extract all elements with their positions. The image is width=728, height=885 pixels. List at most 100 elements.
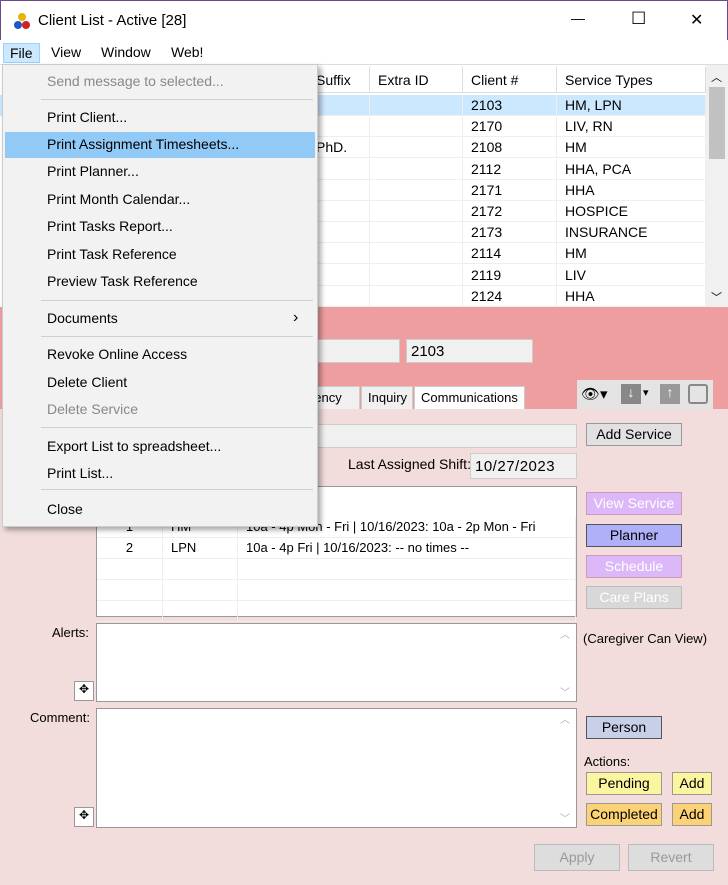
table-cell [370,116,463,138]
restore-icon[interactable] [688,384,708,404]
menu-item-print-planner[interactable]: Print Planner... [5,159,315,185]
alerts-label: Alerts: [52,625,89,640]
last-assigned-field: 10/27/2023 [470,453,577,479]
menu-item-close[interactable]: Close [5,497,315,523]
menu-separator [41,489,313,490]
dropdown-icon[interactable]: ▾ [643,386,649,399]
service-cell [163,601,238,622]
menu-separator [41,99,313,100]
service-cell [97,601,163,622]
caregiver-can-view-label: (Caregiver Can View) [583,631,708,646]
service-cell [163,580,238,601]
menu-item-print-month-calendar[interactable]: Print Month Calendar... [5,187,315,213]
menu-item-print-assignment-timesheets[interactable]: Print Assignment Timesheets... [5,132,315,158]
menu-item-print-client[interactable]: Print Client... [5,105,315,131]
service-row[interactable] [97,559,576,580]
menu-item-export-list-to-spreadsheet[interactable]: Export List to spreadsheet... [5,434,315,460]
menu-item-delete-client[interactable]: Delete Client [5,370,315,396]
table-cell: HM, LPN [557,95,706,116]
table-cell [370,285,463,307]
scroll-up-icon[interactable]: ︿ [560,711,570,726]
menu-web[interactable]: Web! [165,43,209,63]
service-cell [97,559,163,580]
planner-button[interactable]: Planner [586,524,682,547]
scroll-thumb[interactable] [709,87,725,159]
menu-file[interactable]: File [3,43,40,63]
service-field[interactable] [300,424,577,448]
menu-view[interactable]: View [45,43,87,63]
title-bar: Client List - Active [28] — ☐ ✕ [0,0,728,40]
scroll-up-icon[interactable]: ︿ [560,626,570,641]
care-plans-button[interactable]: Care Plans [586,586,682,609]
add-completed-button[interactable]: Add [672,803,712,826]
table-cell: HM [557,243,706,265]
minimize-button[interactable]: — [571,10,585,26]
comment-textarea[interactable]: ︿ ﹀ [96,708,577,828]
menu-item-documents[interactable]: Documents [5,306,315,332]
menu-bar: File View Window Web! [0,40,728,64]
service-row[interactable] [97,580,576,601]
completed-button[interactable]: Completed [586,803,662,826]
table-cell: 2172 [463,201,557,222]
grid-scrollbar[interactable]: ︿ ﹀ [706,65,728,308]
service-cell: LPN [163,538,238,559]
view-service-button[interactable]: View Service [586,492,682,515]
service-cell [238,559,576,580]
move-icon[interactable]: ✥ [74,681,94,701]
scroll-up-icon[interactable]: ︿ [711,69,722,85]
service-cell [163,559,238,580]
scroll-down-icon[interactable]: ﹀ [560,684,570,699]
table-cell [370,243,463,265]
table-cell: INSURANCE [557,222,706,244]
table-cell: 2119 [463,264,557,286]
menu-item-send-message-to-selected[interactable]: Send message to selected... [5,69,315,95]
arrow-up-icon[interactable]: ↑ [660,384,680,404]
window-title: Client List - Active [28] [38,12,187,29]
add-service-button[interactable]: Add Service [586,423,682,446]
table-cell [370,222,463,244]
menu-item-revoke-online-access[interactable]: Revoke Online Access [5,342,315,368]
eye-icon[interactable]: 👁▾ [581,385,608,403]
table-cell: HOSPICE [557,201,706,222]
tab-inquiry[interactable]: Inquiry [361,386,413,409]
table-cell: 2173 [463,222,557,244]
table-cell: 2124 [463,285,557,307]
column-header-service-types[interactable]: Service Types [557,67,706,93]
menu-item-preview-task-reference[interactable]: Preview Task Reference [5,269,315,295]
menu-item-delete-service[interactable]: Delete Service [5,397,315,423]
service-cell [97,580,163,601]
menu-item-print-tasks-report[interactable]: Print Tasks Report... [5,214,315,240]
revert-button[interactable]: Revert [628,844,714,871]
service-cell: 10a - 4p Fri | 10/16/2023: -- no times -… [238,538,576,559]
service-row[interactable] [97,601,576,622]
alerts-textarea[interactable]: ︿ ﹀ [96,623,577,702]
column-header-extra-id[interactable]: Extra ID [370,67,463,93]
pending-button[interactable]: Pending [586,772,662,795]
arrow-down-icon[interactable]: ↓ [621,384,641,404]
apply-button[interactable]: Apply [534,844,620,871]
maximize-button[interactable]: ☐ [631,9,646,29]
service-cell [238,580,576,601]
menu-item-print-task-reference[interactable]: Print Task Reference [5,242,315,268]
column-header-client-number[interactable]: Client # [463,67,557,93]
scroll-down-icon[interactable]: ﹀ [711,289,722,305]
table-cell: LIV [557,264,706,286]
client-number-field[interactable]: 2103 [406,339,533,363]
table-cell: LIV, RN [557,116,706,138]
table-cell: 2171 [463,179,557,201]
add-pending-button[interactable]: Add [672,772,712,795]
table-cell [370,201,463,222]
tab-communications[interactable]: Communications [414,386,525,409]
service-row[interactable]: 2 LPN 10a - 4p Fri | 10/16/2023: -- no tim… [97,538,576,559]
table-cell: 2103 [463,95,557,116]
menu-item-print-list[interactable]: Print List... [5,461,315,487]
scroll-down-icon[interactable]: ﹀ [560,810,570,825]
table-cell: 2114 [463,243,557,265]
schedule-button[interactable]: Schedule [586,555,682,578]
person-button[interactable]: Person [586,716,662,739]
service-cell [238,601,576,622]
move-icon[interactable]: ✥ [74,807,94,827]
menu-window[interactable]: Window [95,43,157,63]
close-button[interactable]: ✕ [690,10,703,30]
table-cell: 2170 [463,116,557,138]
